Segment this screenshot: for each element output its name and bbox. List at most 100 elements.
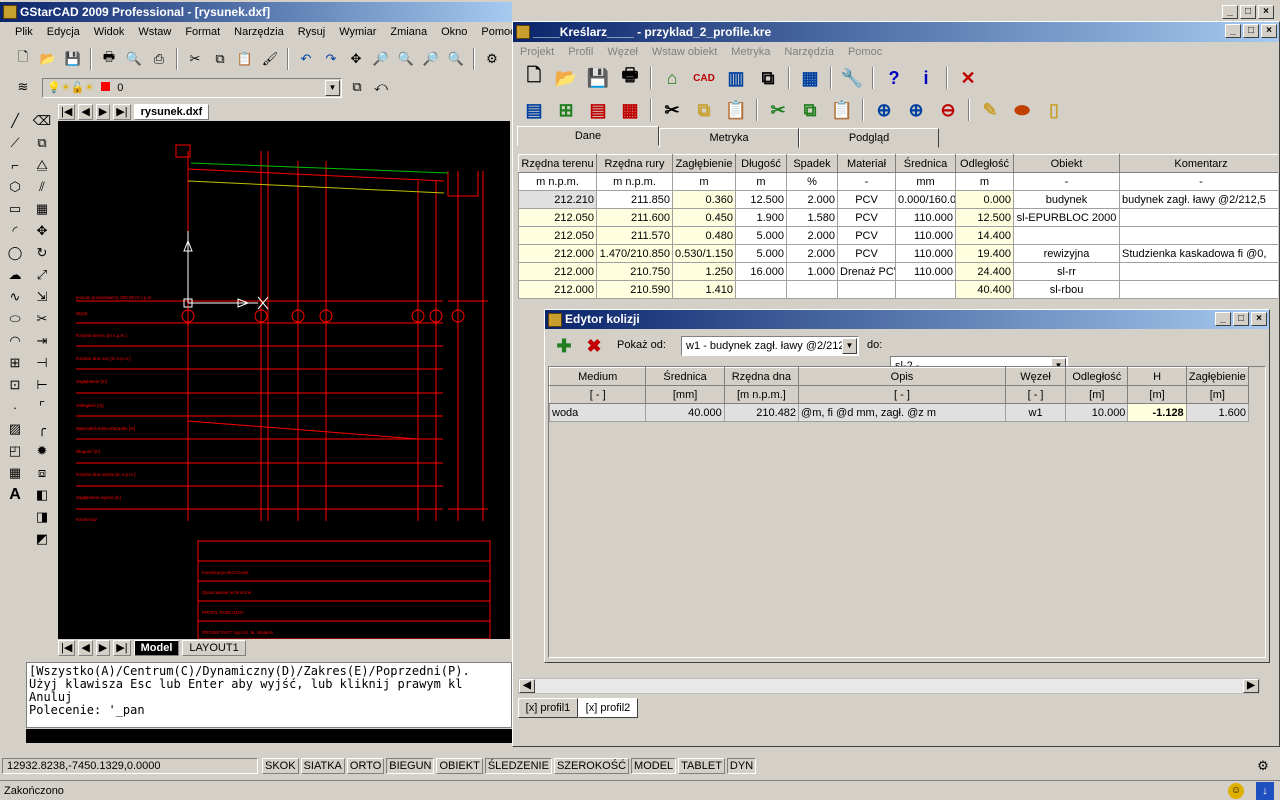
paste-icon[interactable]: 📋	[234, 48, 256, 70]
table-cell[interactable]	[1119, 262, 1278, 281]
line-icon[interactable]: ╱	[4, 110, 26, 132]
table-cell[interactable]: 211.600	[596, 208, 673, 227]
menu-wymiar[interactable]: Wymiar	[332, 26, 383, 38]
delete-row-icon[interactable]: ▦	[615, 96, 645, 124]
tab-last-icon[interactable]: ▶|	[113, 104, 131, 120]
table-cell[interactable]: 2.000	[786, 244, 838, 263]
table-cell[interactable]: 40.400	[955, 280, 1014, 299]
table-cell[interactable]: Studzienka kaskadowa fi @0,	[1119, 244, 1278, 263]
table-cell[interactable]: 1.580	[786, 208, 838, 227]
drawing-canvas[interactable]: poziom porównawczy 200.00 m n.p.m. Wylot…	[58, 121, 510, 639]
table-cell[interactable]: PCV	[837, 208, 896, 227]
col-odleglosc[interactable]: Odległość	[955, 154, 1014, 173]
table-cell[interactable]: 0.480	[672, 226, 736, 245]
cut-icon[interactable]: ✂	[184, 48, 206, 70]
table-row[interactable]: 212.000 210.750 1.250 16.000 1.000 Drena…	[518, 262, 1278, 281]
tab-profil1[interactable]: [x] profil1	[518, 698, 578, 718]
menu-zmiana[interactable]: Zmiana	[383, 26, 434, 38]
table-cell[interactable]: 1.250	[672, 262, 736, 281]
table-cell[interactable]	[1013, 226, 1120, 245]
table-cell[interactable]: 1.900	[735, 208, 787, 227]
menu-wezel[interactable]: Węzeł	[600, 46, 645, 58]
table-cell[interactable]: 0.360	[672, 190, 736, 209]
tab-next-icon[interactable]: ▶	[95, 104, 111, 120]
table-cell[interactable]: PCV	[837, 226, 896, 245]
copy-node-icon[interactable]: ⧉	[795, 96, 825, 124]
table-cell[interactable]: sl-rbou	[1013, 280, 1120, 299]
array-icon[interactable]: ▦	[31, 198, 53, 220]
exit-icon[interactable]: ✕	[953, 64, 983, 92]
table-cell[interactable]: 0.000	[955, 190, 1014, 209]
table-cell[interactable]: 0.000/160.0	[895, 190, 956, 209]
table-cell[interactable]: 212.210	[518, 190, 597, 209]
spline-icon[interactable]: ∿	[4, 286, 26, 308]
polyline-icon[interactable]: ⌐	[4, 154, 26, 176]
chamfer-icon[interactable]: ⌜	[31, 396, 53, 418]
tab-first-icon[interactable]: |◀	[58, 104, 76, 120]
open-file-icon[interactable]: 📂	[37, 48, 59, 70]
horizontal-scrollbar[interactable]: ◀ ▶	[518, 678, 1260, 694]
table-cell[interactable]: 210.750	[596, 262, 673, 281]
table-cell[interactable]: sl-EPURBLOC 2000	[1013, 208, 1120, 227]
collision-editor-icon[interactable]: ✎	[975, 96, 1005, 124]
save-project-icon[interactable]: 💾	[583, 64, 613, 92]
trim-icon[interactable]: ✂	[31, 308, 53, 330]
tab-prev-icon[interactable]: ◀	[78, 104, 93, 120]
col-dlugosc[interactable]: Długość	[735, 154, 787, 173]
table-cell[interactable]: budynek zagł. ławy @2/212,5	[1119, 190, 1278, 209]
table-row[interactable]: 212.050 211.570 0.480 5.000 2.000 PCV 11…	[518, 226, 1278, 245]
tab-rysunek[interactable]: rysunek.dxf	[133, 104, 210, 120]
col-odleglosc-k[interactable]: Odległość	[1065, 367, 1129, 386]
menu-pomoc-k[interactable]: Pomoc	[841, 46, 889, 58]
status-obiekt[interactable]: OBIEKT	[436, 758, 483, 774]
gstarcad-titlebar[interactable]: GStarCAD 2009 Professional - [rysunek.dx…	[0, 2, 512, 22]
editor-close-icon[interactable]: ×	[1251, 312, 1267, 326]
tab-model[interactable]: Model	[133, 640, 180, 656]
layout-prev-icon[interactable]: ◀	[78, 640, 93, 656]
table-cell[interactable]: 210.482	[723, 403, 800, 422]
table-cell[interactable]	[1119, 226, 1278, 245]
fillet-icon[interactable]: ╭	[31, 418, 53, 440]
paste-node-icon[interactable]: 📋	[827, 96, 857, 124]
layout-first-icon[interactable]: |◀	[58, 640, 76, 656]
table-row[interactable]: 212.050 211.600 0.450 1.900 1.580 PCV 11…	[518, 208, 1278, 227]
text-icon[interactable]: A	[4, 484, 26, 506]
add-collision-icon[interactable]: ✚	[549, 332, 579, 360]
cut-node-icon[interactable]: ✂	[763, 96, 793, 124]
stretch-icon[interactable]: ⇲	[31, 286, 53, 308]
info-icon[interactable]: i	[911, 64, 941, 92]
make-layer-current-icon[interactable]: ⧉	[346, 76, 368, 98]
table-cell[interactable]: 0.450	[672, 208, 736, 227]
col-zaglebienie-k[interactable]: Zagłębienie	[1185, 367, 1250, 386]
pan-icon[interactable]: ✥	[345, 48, 367, 70]
kreslarz-maximize-icon[interactable]: □	[1243, 24, 1259, 38]
save-icon[interactable]: 💾	[62, 48, 84, 70]
table-cell[interactable]: 1.470/210.850	[596, 244, 673, 263]
print-preview-icon[interactable]: 🔍	[123, 48, 145, 70]
table-cell[interactable]: 212.050	[518, 208, 597, 227]
menu-wstaw[interactable]: Wstaw	[131, 26, 178, 38]
col-wezel[interactable]: Węzeł	[1004, 367, 1067, 386]
table-cell[interactable]: 16.000	[735, 262, 787, 281]
help-icon[interactable]: ?	[879, 64, 909, 92]
table-cell[interactable]: 40.000	[645, 403, 725, 422]
status-biegun[interactable]: BIEGUN	[386, 758, 435, 774]
table-icon[interactable]: ▦	[4, 462, 26, 484]
construction-line-icon[interactable]: ⟋	[4, 132, 26, 154]
tab-podglad[interactable]: Podgląd	[799, 128, 939, 148]
menu-pomoc[interactable]: Pomoc	[474, 26, 513, 38]
table-cell[interactable]: 1.600	[1185, 403, 1250, 422]
mirror-icon[interactable]: ⧋	[31, 154, 53, 176]
new-project-icon[interactable]: 🗋	[519, 64, 549, 92]
layer-previous-icon[interactable]: ⤺	[370, 76, 392, 98]
match-properties-icon[interactable]: 🖌	[259, 48, 281, 70]
col-komentarz[interactable]: Komentarz	[1119, 154, 1278, 173]
print-icon[interactable]: 🖶	[98, 48, 120, 70]
table-row[interactable]: woda 40.000 210.482 @m, fi @d mm, zagł. …	[549, 403, 1250, 422]
table-cell[interactable]: 10.000	[1065, 403, 1129, 422]
status-orto[interactable]: ORTO	[346, 758, 385, 774]
erase-icon[interactable]: ⌫	[31, 110, 53, 132]
maximize-icon[interactable]: □	[1240, 5, 1256, 19]
scroll-right-icon[interactable]: ▶	[1243, 679, 1259, 693]
chart-icon[interactable]: ▥	[721, 64, 751, 92]
